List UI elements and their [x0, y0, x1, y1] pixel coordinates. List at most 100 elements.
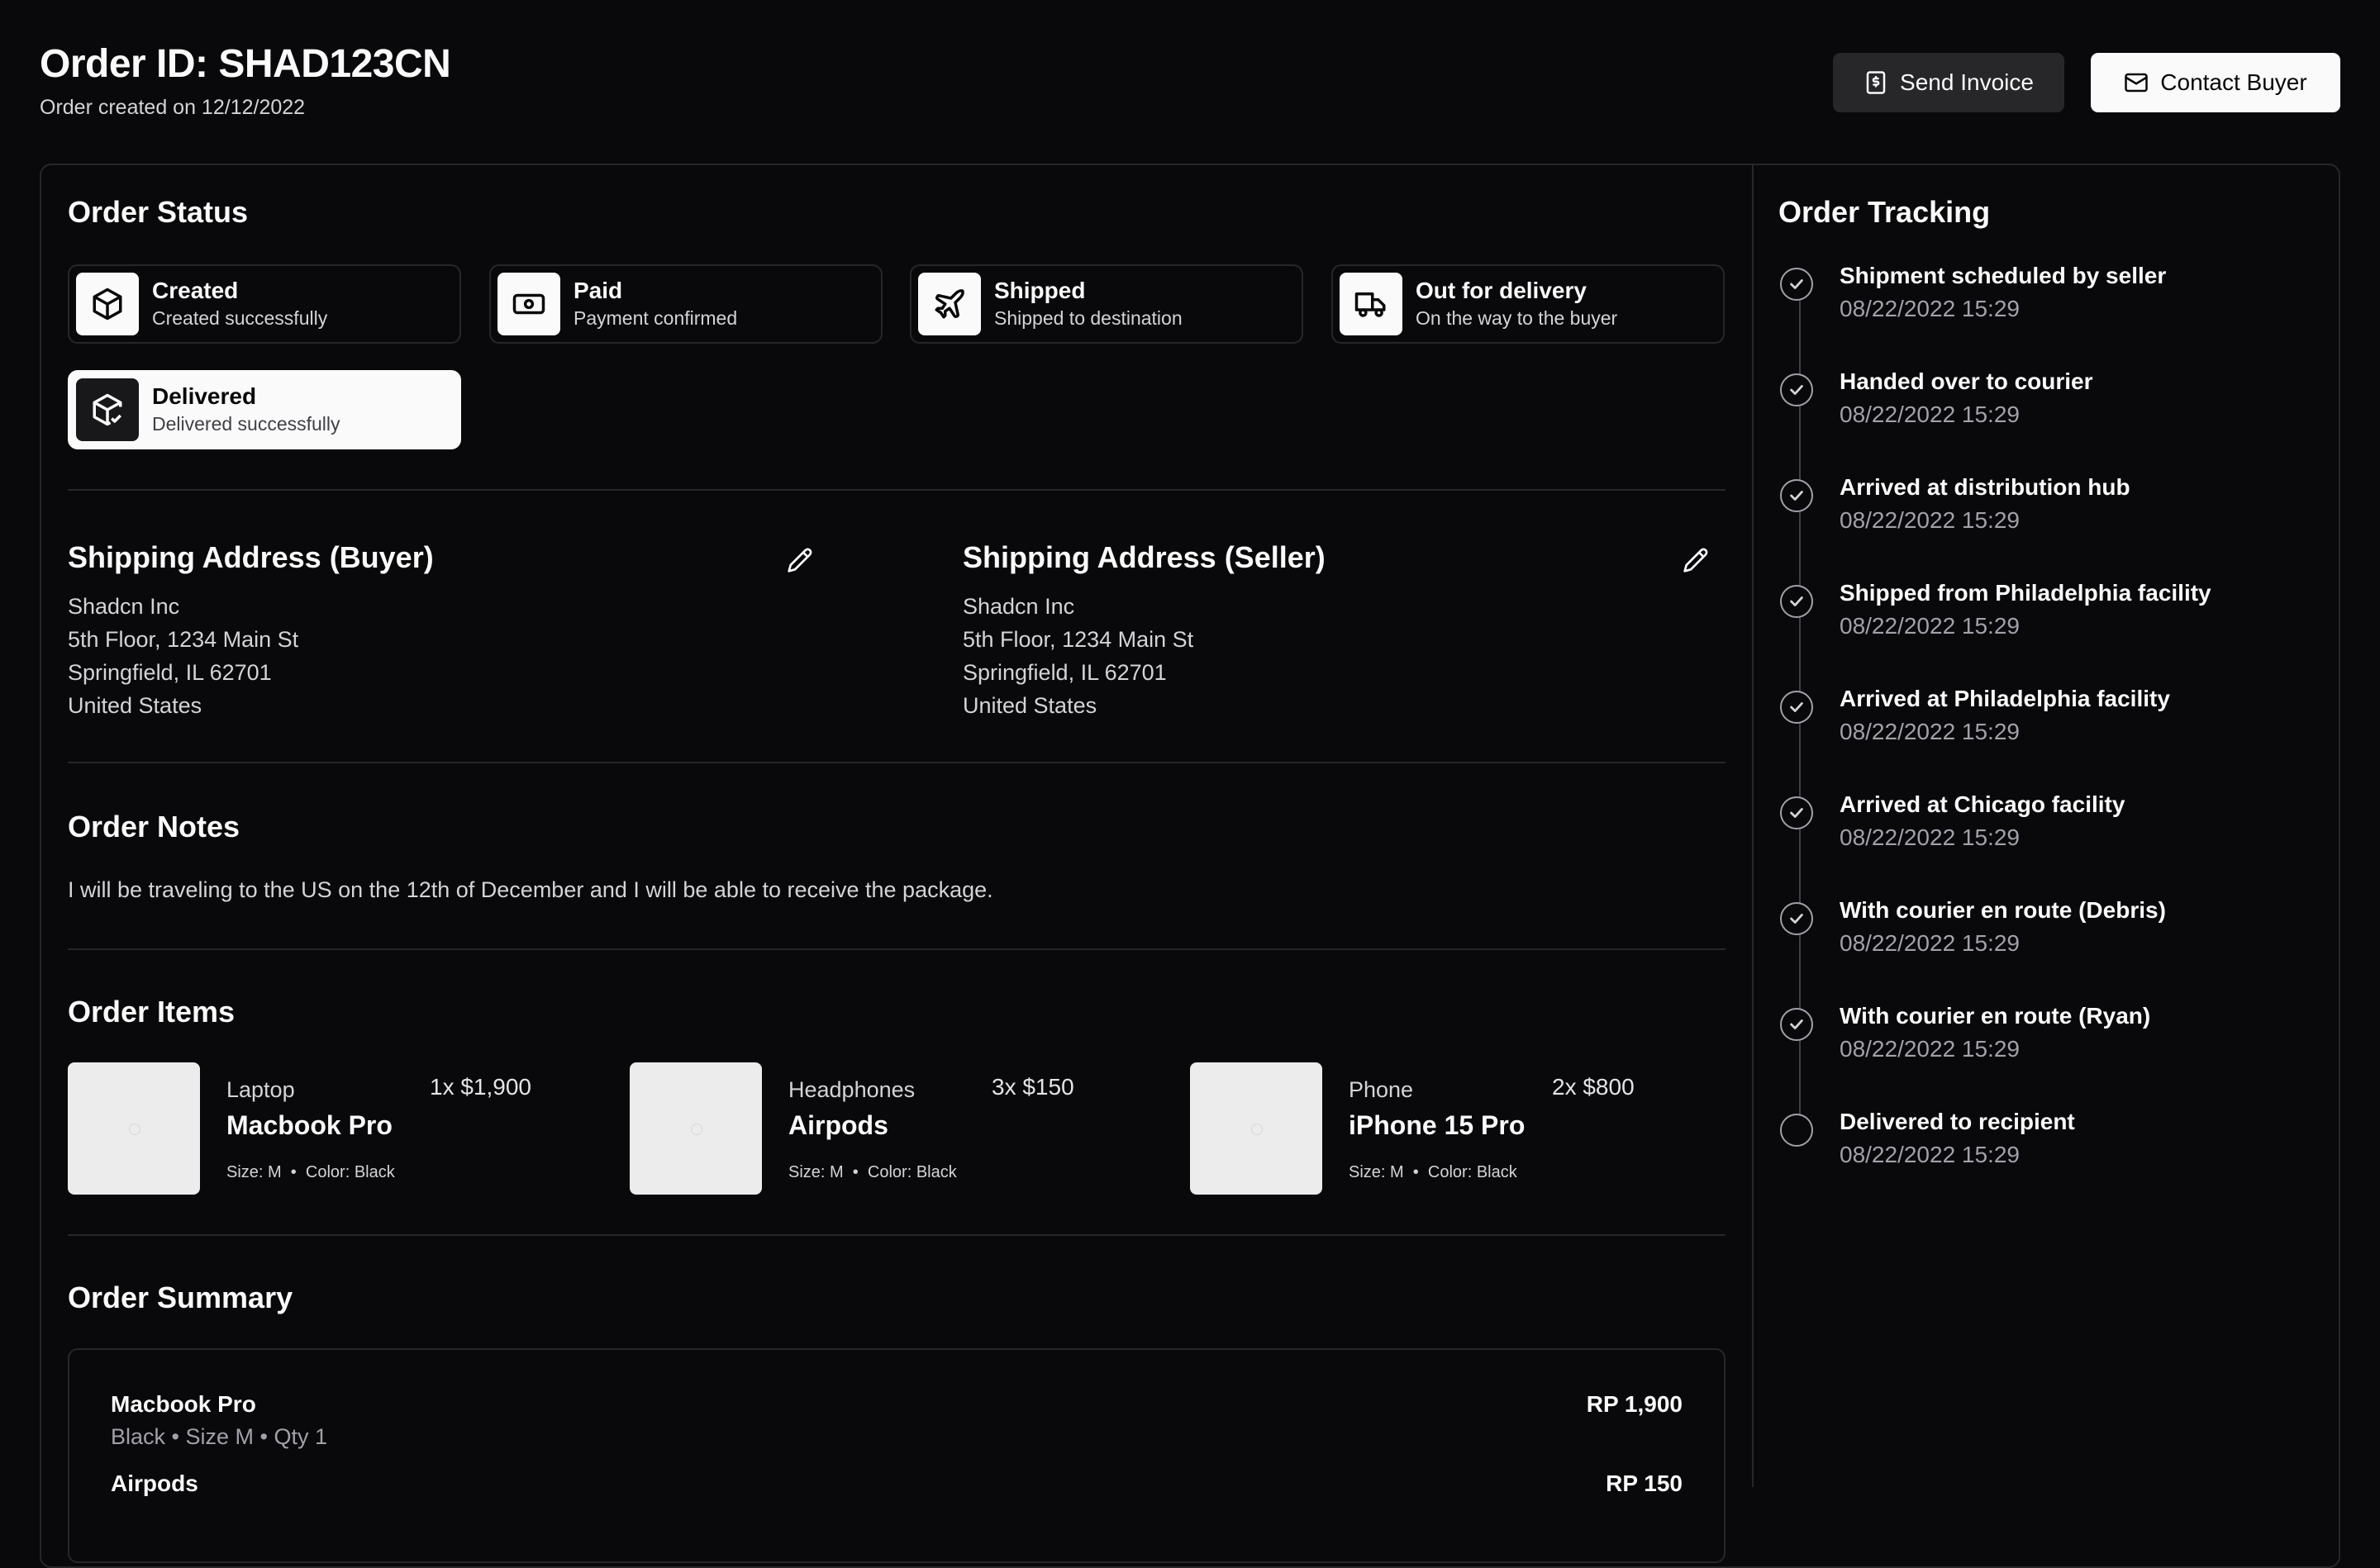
summary-item-name: Macbook Pro — [111, 1391, 256, 1417]
order-notes-title: Order Notes — [68, 810, 240, 843]
contact-buyer-button[interactable]: Contact Buyer — [2091, 53, 2340, 112]
order-item[interactable]: Phone iPhone 15 Pro Size: M • Color: Bla… — [1190, 1062, 1686, 1195]
check-circle-icon — [1780, 1008, 1813, 1041]
item-color: Color: Black — [1427, 1163, 1517, 1181]
edit-buyer-address-icon[interactable] — [787, 547, 813, 573]
status-desc: Payment confirmed — [574, 307, 738, 329]
check-circle-icon — [1780, 373, 1813, 406]
section-divider — [68, 1234, 1726, 1236]
order-created-date: Order created on 12/12/2022 — [40, 96, 306, 119]
package-icon — [76, 273, 139, 335]
tracking-event: With courier en route (Debris) 08/22/202… — [1777, 897, 2322, 980]
item-meta: Size: M • Color: Black — [226, 1163, 395, 1181]
check-circle-icon — [1780, 268, 1813, 301]
item-name: Airpods — [788, 1110, 888, 1140]
order-item[interactable]: Laptop Macbook Pro Size: M • Color: Blac… — [68, 1062, 564, 1195]
tracking-event-time: 08/22/2022 15:29 — [1840, 930, 2020, 956]
order-notes-text: I will be traveling to the US on the 12t… — [68, 877, 993, 902]
status-label: Created — [152, 278, 239, 303]
address-line: Springfield, IL 62701 — [963, 660, 1167, 685]
package-check-icon — [76, 378, 139, 441]
tracking-event: Arrived at Chicago facility 08/22/2022 1… — [1777, 791, 2322, 874]
tracking-event-time: 08/22/2022 15:29 — [1840, 402, 2020, 427]
item-size: Size: M — [1349, 1163, 1404, 1181]
item-category: Phone — [1349, 1077, 1414, 1102]
summary-item-price: RP 1,900 — [1586, 1391, 1683, 1417]
check-circle-icon — [1780, 479, 1813, 512]
tracking-event-title: With courier en route (Ryan) — [1840, 1003, 2151, 1029]
address-line: Springfield, IL 62701 — [68, 660, 272, 685]
empty-circle-icon — [1780, 1114, 1813, 1147]
send-invoice-button[interactable]: Send Invoice — [1833, 53, 2064, 112]
tracking-event: With courier en route (Ryan) 08/22/2022 … — [1777, 1003, 2322, 1086]
tracking-event: Shipped from Philadelphia facility 08/22… — [1777, 580, 2322, 663]
truck-icon — [1340, 273, 1402, 335]
seller-address-title: Shipping Address (Seller) — [963, 540, 1326, 574]
address-line: Shadcn Inc — [963, 594, 1075, 619]
tracking-event-time: 08/22/2022 15:29 — [1840, 613, 2020, 639]
tracking-event: Arrived at Philadelphia facility 08/22/2… — [1777, 686, 2322, 768]
section-divider — [68, 762, 1726, 763]
product-image — [68, 1062, 200, 1195]
tracking-event-time: 08/22/2022 15:29 — [1840, 1142, 2020, 1167]
item-meta: Size: M • Color: Black — [788, 1163, 957, 1181]
panel-divider — [1752, 165, 1754, 1487]
item-qty-price: 1x $1,900 — [430, 1074, 531, 1100]
check-circle-icon — [1780, 691, 1813, 724]
seller-address: Shadcn Inc 5th Floor, 1234 Main St Sprin… — [963, 590, 1193, 722]
order-items-title: Order Items — [68, 995, 236, 1029]
tracking-event: Delivered to recipient 08/22/2022 15:29 — [1777, 1109, 2322, 1191]
tracking-event: Arrived at distribution hub 08/22/2022 1… — [1777, 474, 2322, 557]
tracking-event-title: Arrived at Chicago facility — [1840, 791, 2125, 817]
summary-item-price: RP 150 — [1606, 1471, 1683, 1496]
item-name: Macbook Pro — [226, 1110, 393, 1140]
address-line: United States — [963, 693, 1097, 718]
section-divider — [68, 948, 1726, 950]
item-size: Size: M — [788, 1163, 844, 1181]
tracking-event-title: Shipped from Philadelphia facility — [1840, 580, 2211, 606]
banknote-icon — [497, 273, 560, 335]
status-desc: Created successfully — [152, 307, 328, 329]
item-name: iPhone 15 Pro — [1349, 1110, 1526, 1140]
item-color: Color: Black — [867, 1163, 957, 1181]
status-step-shipped[interactable]: Shipped Shipped to destination — [910, 264, 1303, 344]
item-qty-price: 3x $150 — [992, 1074, 1074, 1100]
address-line: 5th Floor, 1234 Main St — [963, 627, 1194, 652]
check-circle-icon — [1780, 585, 1813, 618]
order-status-title: Order Status — [68, 195, 249, 229]
summary-row: Airpods RP 150 — [111, 1471, 1683, 1537]
plane-icon — [918, 273, 981, 335]
summary-item-name: Airpods — [111, 1471, 198, 1496]
tracking-event-title: Arrived at distribution hub — [1840, 474, 2130, 500]
status-step-delivered[interactable]: Delivered Delivered successfully — [68, 370, 461, 449]
item-qty-price: 2x $800 — [1552, 1074, 1635, 1100]
status-step-paid[interactable]: Paid Payment confirmed — [489, 264, 883, 344]
status-label: Delivered — [152, 383, 257, 409]
tracking-event-title: Delivered to recipient — [1840, 1109, 2075, 1134]
section-divider — [68, 489, 1726, 491]
invoice-icon — [1866, 71, 1886, 94]
status-desc: Delivered successfully — [152, 413, 340, 435]
buyer-address: Shadcn Inc 5th Floor, 1234 Main St Sprin… — [68, 590, 298, 722]
status-desc: Shipped to destination — [994, 307, 1183, 329]
tracking-event-title: With courier en route (Debris) — [1840, 897, 2166, 923]
status-label: Out for delivery — [1416, 278, 1587, 303]
tracking-event-title: Handed over to courier — [1840, 368, 2093, 394]
check-circle-icon — [1780, 796, 1813, 829]
order-summary-box: Macbook Pro Black • Size M • Qty 1 RP 1,… — [68, 1348, 1726, 1563]
tracking-event: Shipment scheduled by seller 08/22/2022 … — [1777, 263, 2322, 345]
tracking-event-time: 08/22/2022 15:29 — [1840, 824, 2020, 850]
tracking-event-title: Shipment scheduled by seller — [1840, 263, 2167, 288]
status-step-created[interactable]: Created Created successfully — [68, 264, 461, 344]
tracking-event-time: 08/22/2022 15:29 — [1840, 507, 2020, 533]
status-label: Shipped — [994, 278, 1086, 303]
item-category: Laptop — [226, 1077, 295, 1102]
edit-seller-address-icon[interactable] — [1683, 547, 1709, 573]
address-line: 5th Floor, 1234 Main St — [68, 627, 299, 652]
item-size: Size: M — [226, 1163, 282, 1181]
status-step-out-for-delivery[interactable]: Out for delivery On the way to the buyer — [1331, 264, 1725, 344]
item-category: Headphones — [788, 1077, 916, 1102]
order-item[interactable]: Headphones Airpods Size: M • Color: Blac… — [630, 1062, 1126, 1195]
status-label: Paid — [574, 278, 623, 303]
tracking-event-time: 08/22/2022 15:29 — [1840, 296, 2020, 321]
